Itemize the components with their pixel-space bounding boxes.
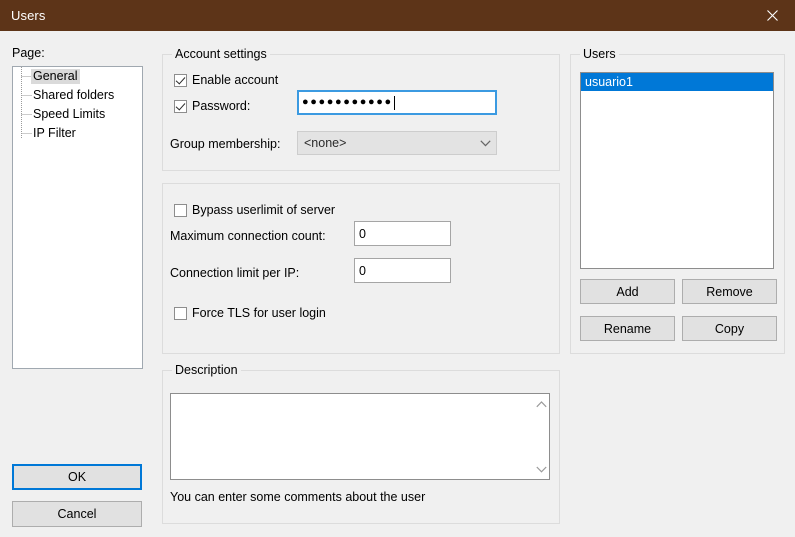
sidebar-item-general[interactable]: General: [13, 67, 142, 86]
cancel-button[interactable]: Cancel: [12, 501, 142, 527]
description-textarea[interactable]: [170, 393, 550, 480]
connection-limit-per-ip-input[interactable]: 0: [354, 258, 451, 283]
ok-button[interactable]: OK: [12, 464, 142, 490]
page-tree[interactable]: General Shared folders Speed Limits IP F…: [12, 66, 143, 369]
password-checkbox[interactable]: Password:: [174, 99, 250, 113]
enable-account-label: Enable account: [192, 73, 279, 87]
password-label: Password:: [192, 99, 251, 113]
chevron-down-icon: [474, 139, 496, 147]
tree-item-label: Shared folders: [33, 88, 115, 103]
add-user-button[interactable]: Add: [580, 279, 675, 304]
description-title: Description: [172, 363, 241, 377]
window-titlebar: Users: [0, 0, 795, 31]
checkbox-box: [174, 306, 187, 320]
bypass-userlimit-label: Bypass userlimit of server: [192, 203, 336, 217]
close-icon: [766, 10, 778, 21]
user-name: usuario1: [585, 75, 633, 89]
text-caret: [393, 95, 395, 110]
group-membership-value: <none>: [304, 136, 347, 150]
sidebar-item-shared-folders[interactable]: Shared folders: [13, 86, 142, 105]
rename-user-label: Rename: [603, 321, 652, 336]
enable-account-checkbox[interactable]: Enable account: [174, 73, 278, 87]
users-group-title: Users: [580, 47, 619, 61]
tree-item-label: IP Filter: [33, 126, 76, 141]
add-user-label: Add: [616, 284, 639, 299]
checkbox-box: [174, 73, 187, 87]
rename-user-button[interactable]: Rename: [580, 316, 675, 341]
sidebar-item-speed-limits[interactable]: Speed Limits: [13, 105, 142, 124]
connection-limit-per-ip-value: 0: [359, 263, 366, 278]
window-title: Users: [11, 8, 46, 23]
copy-user-button[interactable]: Copy: [682, 316, 777, 341]
ok-button-label: OK: [67, 470, 87, 484]
page-label: Page:: [12, 46, 45, 60]
copy-user-label: Copy: [714, 321, 745, 336]
password-value: ●●●●●●●●●●●: [302, 96, 393, 108]
remove-user-button[interactable]: Remove: [682, 279, 777, 304]
description-scrollbar[interactable]: [532, 394, 549, 479]
chevron-up-icon[interactable]: [535, 397, 547, 411]
description-hint: You can enter some comments about the us…: [170, 490, 426, 504]
sidebar-item-ip-filter[interactable]: IP Filter: [13, 124, 142, 143]
remove-user-label: Remove: [706, 284, 753, 299]
checkbox-box: [174, 99, 187, 113]
max-connection-count-value: 0: [359, 226, 366, 241]
connection-limit-per-ip-label: Connection limit per IP:: [170, 266, 300, 280]
bypass-userlimit-checkbox[interactable]: Bypass userlimit of server: [174, 203, 335, 217]
users-listbox[interactable]: usuario1: [580, 72, 774, 269]
close-button[interactable]: [749, 0, 795, 31]
account-settings-title: Account settings: [172, 47, 270, 61]
group-membership-select[interactable]: <none>: [297, 131, 497, 155]
force-tls-label: Force TLS for user login: [192, 306, 326, 320]
group-membership-label: Group membership:: [170, 137, 281, 151]
list-item[interactable]: usuario1: [581, 73, 773, 91]
max-connection-count-input[interactable]: 0: [354, 221, 451, 246]
chevron-down-icon[interactable]: [535, 462, 547, 476]
max-connection-count-label: Maximum connection count:: [170, 229, 326, 243]
password-input[interactable]: ●●●●●●●●●●●: [297, 90, 497, 115]
tree-item-label: General: [31, 69, 81, 84]
tree-item-label: Speed Limits: [33, 107, 106, 122]
checkbox-box: [174, 203, 187, 217]
description-value[interactable]: [171, 394, 532, 479]
force-tls-checkbox[interactable]: Force TLS for user login: [174, 306, 326, 320]
cancel-button-label: Cancel: [57, 507, 97, 521]
